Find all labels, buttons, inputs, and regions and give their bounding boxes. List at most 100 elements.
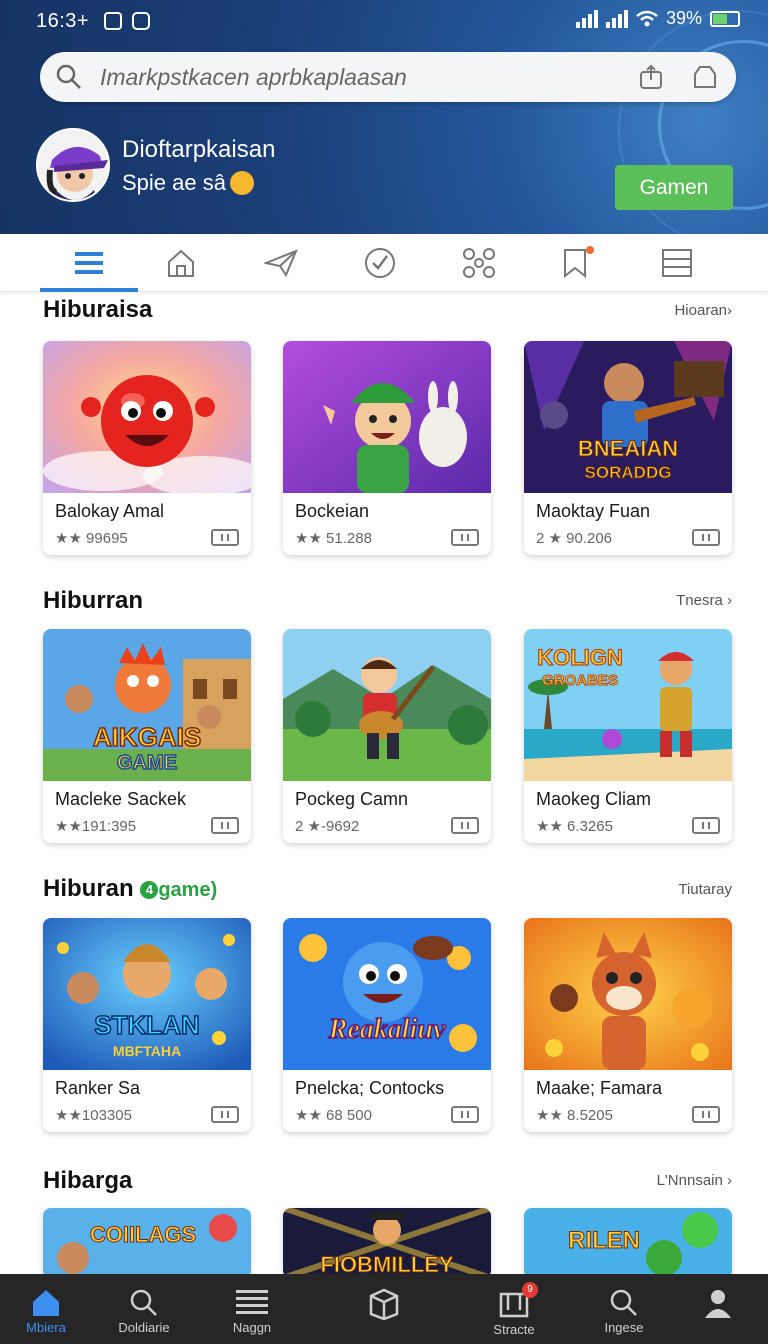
game-title: Maoktay Fuan: [536, 501, 651, 521]
game-card[interactable]: Pockeg Camn 2 ★-9692: [283, 629, 491, 843]
game-rating: ★★ 68 500: [295, 1107, 372, 1124]
game-rating: ★★103305: [55, 1107, 132, 1124]
list-icon: [75, 252, 103, 274]
play-icon[interactable]: [451, 529, 479, 546]
send-icon: [264, 249, 298, 277]
game-thumbnail: FIOBMILLEY: [283, 1208, 491, 1278]
play-icon[interactable]: [692, 817, 720, 834]
grid-nodes-icon: [463, 248, 495, 278]
bag-icon[interactable]: [692, 64, 718, 90]
game-thumbnail: COIILAGS: [43, 1208, 251, 1278]
game-thumbnail: STKLAN MBFTAHA: [43, 918, 251, 1070]
nav-menu[interactable]: Naggn: [202, 1274, 302, 1344]
thumb-logo-text: SORADDG: [585, 463, 672, 482]
play-icon[interactable]: [211, 1106, 239, 1123]
tab-home[interactable]: [132, 234, 230, 292]
nav-profile[interactable]: [668, 1274, 768, 1344]
game-rating: ★★ 51.288: [295, 530, 372, 547]
tab-bookmark[interactable]: [526, 234, 624, 292]
see-more-link[interactable]: Hioaran›: [674, 302, 732, 319]
see-more-link[interactable]: L'Nnnsain ›: [657, 1172, 732, 1189]
play-icon[interactable]: [211, 817, 239, 834]
game-card[interactable]: Balokay Amal ★★ 99695: [43, 341, 251, 555]
game-thumbnail: BNEAIAN SORADDG: [524, 341, 732, 493]
avatar[interactable]: [36, 128, 110, 202]
game-button[interactable]: Gamen: [615, 165, 733, 210]
status-time: 16:3+: [36, 10, 90, 32]
play-icon[interactable]: [211, 529, 239, 546]
game-card[interactable]: RILEN: [524, 1208, 732, 1278]
section-title: Hibarga: [43, 1167, 133, 1194]
nav-search[interactable]: Ingese: [574, 1274, 674, 1344]
profile-subtitle: Spie ae sâ: [122, 170, 254, 196]
home-icon: [168, 249, 194, 277]
tab-list[interactable]: [40, 234, 138, 292]
tab-check[interactable]: [331, 234, 429, 292]
game-card[interactable]: Bockeian ★★ 51.288: [283, 341, 491, 555]
game-rating: ★★ 6.3265: [536, 818, 613, 835]
see-more-link[interactable]: Tnesra ›: [676, 592, 732, 609]
game-title: Balokay Amal: [55, 501, 165, 521]
menu-icon: [236, 1290, 268, 1314]
nav-store[interactable]: 9 Stracte: [464, 1274, 564, 1344]
nav-discover[interactable]: Doldiarie: [94, 1274, 194, 1344]
notification-icon: [104, 12, 122, 30]
game-card[interactable]: Reakaliuv Pnelcka; Contocks ★★ 68 500: [283, 918, 491, 1132]
nav-label: Naggn: [232, 1320, 272, 1335]
thumb-logo-text: STKLAN: [94, 1010, 199, 1040]
signal-icon: [575, 9, 598, 28]
tab-network[interactable]: [430, 234, 528, 292]
play-icon[interactable]: [692, 529, 720, 546]
share-icon[interactable]: [638, 64, 664, 90]
tab-stack[interactable]: [628, 234, 726, 292]
nav-label: Doldiarie: [118, 1320, 170, 1335]
bottom-navigation: Mbiera Doldiarie Naggn 9 Stracte Ingese: [0, 1274, 768, 1344]
game-title: Pnelcka; Contocks: [295, 1078, 445, 1098]
game-title: Pockeg Camn: [295, 789, 409, 809]
section-title: Hiburaisa: [43, 296, 153, 323]
game-card[interactable]: BNEAIAN SORADDG Maoktay Fuan 2 ★ 90.206: [524, 341, 732, 555]
see-more-link[interactable]: Tiutaray: [678, 881, 732, 898]
user-icon: [705, 1290, 731, 1318]
game-title: Macleke Sackek: [55, 789, 187, 809]
game-rating: ★★ 99695: [55, 530, 128, 547]
thumb-logo-text: AIKGAIS: [93, 722, 201, 752]
game-card[interactable]: AIKGAIS GAME Macleke Sackek ★★191:395: [43, 629, 251, 843]
game-title: Maake; Famara: [536, 1078, 663, 1098]
search-bar[interactable]: [40, 52, 736, 102]
check-circle-icon: [365, 248, 395, 278]
game-rating: 2 ★ 90.206: [536, 530, 613, 547]
tab-send[interactable]: [232, 234, 330, 292]
search-icon: [130, 1289, 157, 1316]
search-icon: [610, 1289, 637, 1316]
game-thumbnail: AIKGAIS GAME: [43, 629, 251, 781]
play-icon[interactable]: [451, 1106, 479, 1123]
thumb-logo-text: KOLIGN: [537, 645, 623, 670]
status-bar: 16:3+ 39%: [0, 0, 768, 44]
play-icon[interactable]: [451, 817, 479, 834]
nav-box[interactable]: [334, 1274, 434, 1344]
game-card[interactable]: STKLAN MBFTAHA Ranker Sa ★★103305: [43, 918, 251, 1132]
nav-label: Stracte: [493, 1322, 535, 1337]
game-card[interactable]: FIOBMILLEY: [283, 1208, 491, 1278]
search-input[interactable]: [100, 60, 620, 94]
game-thumbnail: [283, 629, 491, 781]
emoji-icon: [229, 171, 254, 195]
home-icon: [33, 1290, 59, 1316]
battery-icon: [710, 10, 740, 27]
game-card[interactable]: COIILAGS: [43, 1208, 251, 1278]
game-title: Ranker Sa: [55, 1078, 141, 1098]
game-card[interactable]: Maake; Famara ★★ 8.5205: [524, 918, 732, 1132]
bookmark-icon: [564, 249, 586, 278]
section-title: Hiburan 4 game): [43, 875, 218, 902]
game-card[interactable]: KOLIGN GROABES Maokeg Cliam ★★ 6.3265: [524, 629, 732, 843]
app-header: 16:3+ 39% Dioftarpkaisan Spie ae sâ Game…: [0, 0, 768, 234]
battery-percent: 39%: [665, 8, 702, 28]
search-icon[interactable]: [56, 64, 82, 90]
thumb-logo-text: MBFTAHA: [113, 1043, 181, 1059]
nav-home[interactable]: Mbiera: [0, 1274, 96, 1344]
camera-icon: [132, 12, 150, 30]
play-icon[interactable]: [692, 1106, 720, 1123]
game-rating: 2 ★-9692: [295, 818, 360, 835]
thumb-logo-text: GROABES: [542, 672, 618, 689]
